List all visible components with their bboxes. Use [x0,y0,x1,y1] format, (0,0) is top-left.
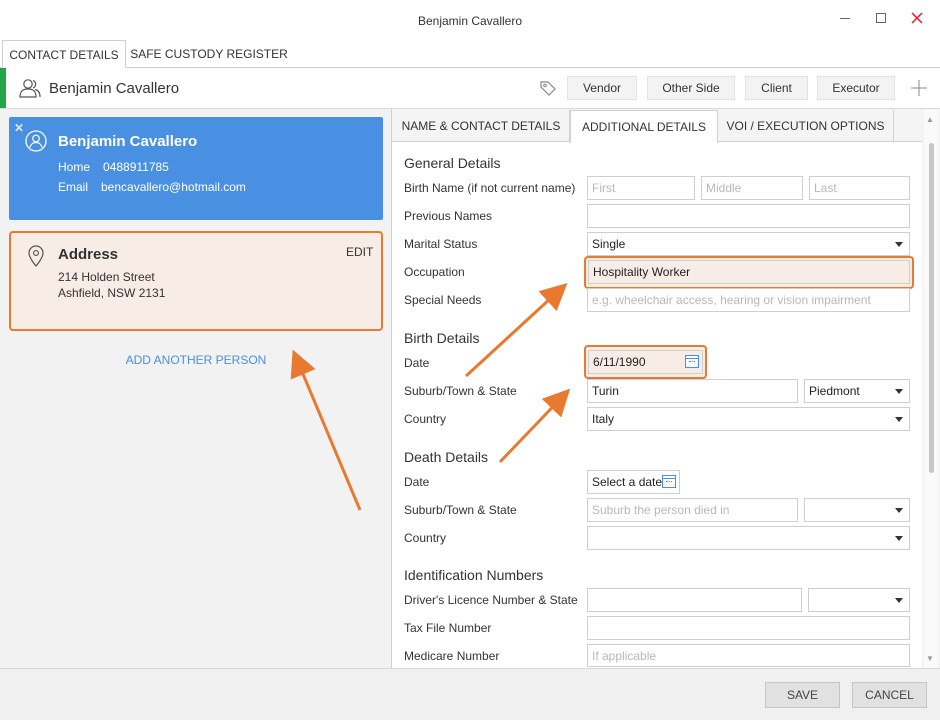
previous-names-input[interactable] [587,204,910,228]
add-another-person-link[interactable]: ADD ANOTHER PERSON [0,353,392,367]
scroll-up-icon[interactable]: ▲ [926,115,934,124]
identification-heading: Identification Numbers [404,567,544,583]
death-date-picker[interactable]: Select a date [587,470,680,494]
calendar-icon[interactable] [662,475,676,488]
death-date-label: Date [404,475,430,489]
birth-date-label: Date [404,356,430,370]
marital-status-value: Single [592,237,626,251]
scrollbar-thumb[interactable] [929,143,934,473]
close-icon[interactable]: ✕ [14,121,24,135]
address-line-1: 214 Holden Street [58,270,155,284]
email-value: bencavallero@hotmail.com [101,180,246,194]
general-details-heading: General Details [404,155,501,171]
birth-country-label: Country [404,412,447,426]
chevron-down-icon [895,536,903,541]
occupation-label: Occupation [404,265,465,279]
special-needs-label: Special Needs [404,293,482,307]
death-country-label: Country [404,531,447,545]
chevron-down-icon [895,242,903,247]
tab-safe-custody-register[interactable]: SAFE CUSTODY REGISTER [128,40,290,68]
birth-state-value: Piedmont [809,384,860,398]
occupation-input[interactable]: Hospitality Worker [588,260,910,284]
licence-label: Driver's Licence Number & State [404,593,578,607]
chevron-down-icon [895,598,903,603]
close-icon[interactable] [907,10,927,30]
email-label: Email [58,180,89,194]
medicare-input[interactable]: If applicable [587,644,910,667]
maximize-icon[interactable] [871,10,891,30]
death-suburb-label: Suburb/Town & State [404,503,517,517]
chevron-down-icon [895,417,903,422]
role-vendor-button[interactable]: Vendor [567,76,637,100]
tab-additional-details[interactable]: ADDITIONAL DETAILS [570,110,718,143]
death-suburb-input[interactable]: Suburb the person died in [587,498,798,522]
cancel-button[interactable]: CANCEL [852,682,927,708]
home-label: Home [58,160,91,174]
tab-contact-details[interactable]: CONTACT DETAILS [2,40,126,68]
licence-number-input[interactable] [587,588,802,612]
person-accent-bar [0,68,6,108]
role-other-side-button[interactable]: Other Side [647,76,735,100]
birth-middle-name-input[interactable]: Middle [701,176,803,200]
tab-voi-execution-options[interactable]: VOI / EXECUTION OPTIONS [718,110,894,142]
birth-country-value: Italy [592,412,615,426]
address-title: Address [58,246,119,263]
death-date-button-label: Select a date [592,475,663,489]
home-phone: 0488911785 [103,160,169,174]
minimize-icon[interactable] [835,10,855,30]
marital-status-select[interactable]: Single [587,232,910,256]
birth-country-select[interactable]: Italy [587,407,910,431]
map-pin-icon [27,245,45,270]
calendar-icon[interactable] [685,355,699,368]
tag-icon[interactable] [539,80,557,99]
user-circle-icon [25,130,47,155]
special-needs-input[interactable]: e.g. wheelchair access, hearing or visio… [587,288,910,312]
save-button[interactable]: SAVE [765,682,840,708]
edit-address-link[interactable]: EDIT [346,245,373,259]
tfn-input[interactable] [587,616,910,640]
birth-state-select[interactable]: Piedmont [804,379,910,403]
birth-date-value: 6/11/1990 [593,355,646,369]
contact-name: Benjamin Cavallero [58,133,198,150]
role-client-button[interactable]: Client [745,76,808,100]
birth-last-name-input[interactable]: Last [809,176,910,200]
birth-first-name-input[interactable]: First [587,176,695,200]
people-icon [18,78,42,101]
licence-state-select[interactable] [808,588,910,612]
scroll-down-icon[interactable]: ▼ [926,654,934,663]
address-line-2: Ashfield, NSW 2131 [58,286,166,300]
tfn-label: Tax File Number [404,621,492,635]
chevron-down-icon [895,508,903,513]
chevron-down-icon [895,389,903,394]
death-details-heading: Death Details [404,449,489,465]
tab-name-contact-details[interactable]: NAME & CONTACT DETAILS [393,110,570,142]
window-title: Benjamin Cavallero [417,14,523,28]
role-executor-button[interactable]: Executor [817,76,895,100]
birth-details-heading: Birth Details [404,330,480,346]
birth-suburb-label: Suburb/Town & State [404,384,517,398]
plus-icon[interactable] [910,79,928,100]
previous-names-label: Previous Names [404,209,493,223]
person-name: Benjamin Cavallero [49,80,180,97]
death-state-select[interactable] [804,498,910,522]
birth-date-picker[interactable]: 6/11/1990 [588,350,703,374]
marital-status-label: Marital Status [404,237,478,251]
birth-name-label: Birth Name (if not current name) [404,181,576,195]
death-country-select[interactable] [587,526,910,550]
medicare-label: Medicare Number [404,649,500,663]
birth-suburb-input[interactable]: Turin [587,379,798,403]
